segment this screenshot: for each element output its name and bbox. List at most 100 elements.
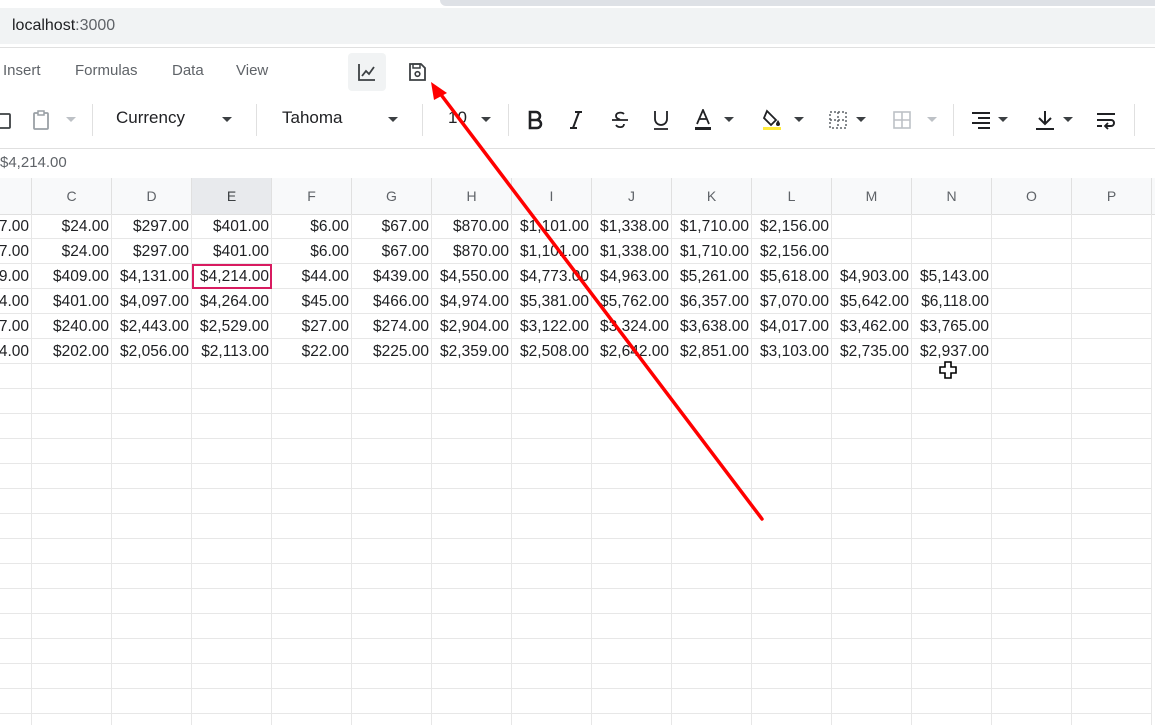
grid-cell[interactable]: $240.00 xyxy=(32,314,112,339)
grid-cell[interactable] xyxy=(1072,639,1152,664)
grid-cell[interactable]: $4,017.00 xyxy=(752,314,832,339)
grid-cell[interactable] xyxy=(832,539,912,564)
grid-cell[interactable]: $2,508.00 xyxy=(512,339,592,364)
grid-cell[interactable]: $2,443.00 xyxy=(112,314,192,339)
grid-cell[interactable]: $2,056.00 xyxy=(112,339,192,364)
grid-cell[interactable] xyxy=(112,364,192,389)
grid-cell[interactable] xyxy=(592,414,672,439)
grid-cell[interactable]: $5,261.00 xyxy=(672,264,752,289)
grid-cell[interactable]: $4,903.00 xyxy=(832,264,912,289)
grid-cell[interactable] xyxy=(592,539,672,564)
grid-cell[interactable]: $5,642.00 xyxy=(832,289,912,314)
grid-cell[interactable]: $202.00 xyxy=(32,339,112,364)
grid-cell[interactable]: $5,618.00 xyxy=(752,264,832,289)
grid-cell[interactable]: $1,710.00 xyxy=(672,214,752,239)
grid-cell[interactable] xyxy=(672,589,752,614)
grid-cell[interactable]: $1,338.00 xyxy=(592,214,672,239)
grid-cell[interactable] xyxy=(752,539,832,564)
grid-cell[interactable] xyxy=(1072,464,1152,489)
grid-cell[interactable] xyxy=(112,439,192,464)
grid-cell[interactable] xyxy=(832,364,912,389)
fill-color-button[interactable] xyxy=(757,106,787,134)
grid-cell[interactable] xyxy=(112,489,192,514)
grid-cell[interactable]: $225.00 xyxy=(352,339,432,364)
grid-cell[interactable] xyxy=(352,464,432,489)
grid-cell[interactable] xyxy=(992,564,1072,589)
grid-cell[interactable] xyxy=(912,389,992,414)
grid-cell[interactable]: $3,765.00 xyxy=(912,314,992,339)
grid-cell[interactable]: $6,118.00 xyxy=(912,289,992,314)
grid-cell[interactable]: $870.00 xyxy=(432,239,512,264)
grid-cell[interactable] xyxy=(352,414,432,439)
grid-cell[interactable] xyxy=(0,614,32,639)
grid-cell[interactable] xyxy=(1072,339,1152,364)
grid-cell[interactable] xyxy=(512,564,592,589)
grid-cell[interactable] xyxy=(832,464,912,489)
grid-cell[interactable] xyxy=(752,614,832,639)
grid-cell[interactable] xyxy=(832,389,912,414)
grid-cell[interactable] xyxy=(752,564,832,589)
grid-cell[interactable] xyxy=(432,414,512,439)
grid-cell[interactable] xyxy=(912,589,992,614)
grid-cell[interactable]: $67.00 xyxy=(352,214,432,239)
grid-cell[interactable] xyxy=(1072,239,1152,264)
grid-cell[interactable]: $5,762.00 xyxy=(592,289,672,314)
grid-cell[interactable] xyxy=(672,614,752,639)
grid-cell[interactable] xyxy=(112,464,192,489)
grid-cell[interactable] xyxy=(192,639,272,664)
grid-cell[interactable] xyxy=(32,714,112,725)
column-header-p[interactable]: P xyxy=(1072,178,1152,214)
grid-cell[interactable] xyxy=(432,689,512,714)
grid-cell[interactable] xyxy=(832,689,912,714)
grid-cell[interactable] xyxy=(352,564,432,589)
grid-cell[interactable]: 9.00 xyxy=(0,264,32,289)
column-header-f[interactable]: F xyxy=(272,178,352,214)
grid-cell[interactable]: $3,638.00 xyxy=(672,314,752,339)
grid-cell[interactable] xyxy=(832,614,912,639)
grid-cell[interactable]: $24.00 xyxy=(32,214,112,239)
grid-cell[interactable] xyxy=(0,664,32,689)
grid-cell[interactable] xyxy=(672,439,752,464)
column-header-n[interactable]: N xyxy=(912,178,992,214)
grid-cell[interactable] xyxy=(992,489,1072,514)
grid-cell[interactable] xyxy=(1072,439,1152,464)
grid-cell[interactable] xyxy=(992,589,1072,614)
font-size-caret[interactable] xyxy=(481,117,491,122)
grid-cell[interactable] xyxy=(32,689,112,714)
grid-cell[interactable] xyxy=(1072,564,1152,589)
grid-cell[interactable] xyxy=(912,239,992,264)
grid-cell[interactable] xyxy=(272,514,352,539)
grid-cell[interactable]: $4,097.00 xyxy=(112,289,192,314)
grid-cell[interactable] xyxy=(192,714,272,725)
grid-cell[interactable]: $7,070.00 xyxy=(752,289,832,314)
grid-cell[interactable] xyxy=(592,514,672,539)
grid-cell[interactable] xyxy=(32,514,112,539)
borders-caret[interactable] xyxy=(856,117,866,122)
grid-cell[interactable] xyxy=(192,414,272,439)
merge-cells-caret[interactable] xyxy=(927,117,937,122)
grid-cell[interactable]: $3,462.00 xyxy=(832,314,912,339)
grid-cell[interactable] xyxy=(912,539,992,564)
grid-cell[interactable] xyxy=(832,239,912,264)
grid-cell[interactable] xyxy=(592,664,672,689)
grid-cell[interactable] xyxy=(352,714,432,725)
grid-cell[interactable] xyxy=(432,664,512,689)
grid-cell[interactable] xyxy=(272,664,352,689)
grid-cell[interactable]: 7.00 xyxy=(0,214,32,239)
grid-cell[interactable] xyxy=(752,364,832,389)
grid-cell[interactable] xyxy=(752,489,832,514)
font-family-dropdown[interactable]: Tahoma xyxy=(282,108,342,128)
grid-cell[interactable]: $4,773.00 xyxy=(512,264,592,289)
grid-cell[interactable] xyxy=(112,714,192,725)
align-vertical-button[interactable] xyxy=(1030,106,1060,134)
grid-cell[interactable] xyxy=(272,539,352,564)
grid-cell[interactable]: $24.00 xyxy=(32,239,112,264)
grid-cell[interactable] xyxy=(672,639,752,664)
paste-button[interactable] xyxy=(26,106,56,134)
grid-cell[interactable] xyxy=(832,489,912,514)
grid-cell[interactable]: 4.00 xyxy=(0,289,32,314)
grid-cell[interactable]: $2,156.00 xyxy=(752,214,832,239)
grid-cell[interactable] xyxy=(512,714,592,725)
grid-cell[interactable] xyxy=(672,689,752,714)
grid-cell[interactable] xyxy=(0,689,32,714)
